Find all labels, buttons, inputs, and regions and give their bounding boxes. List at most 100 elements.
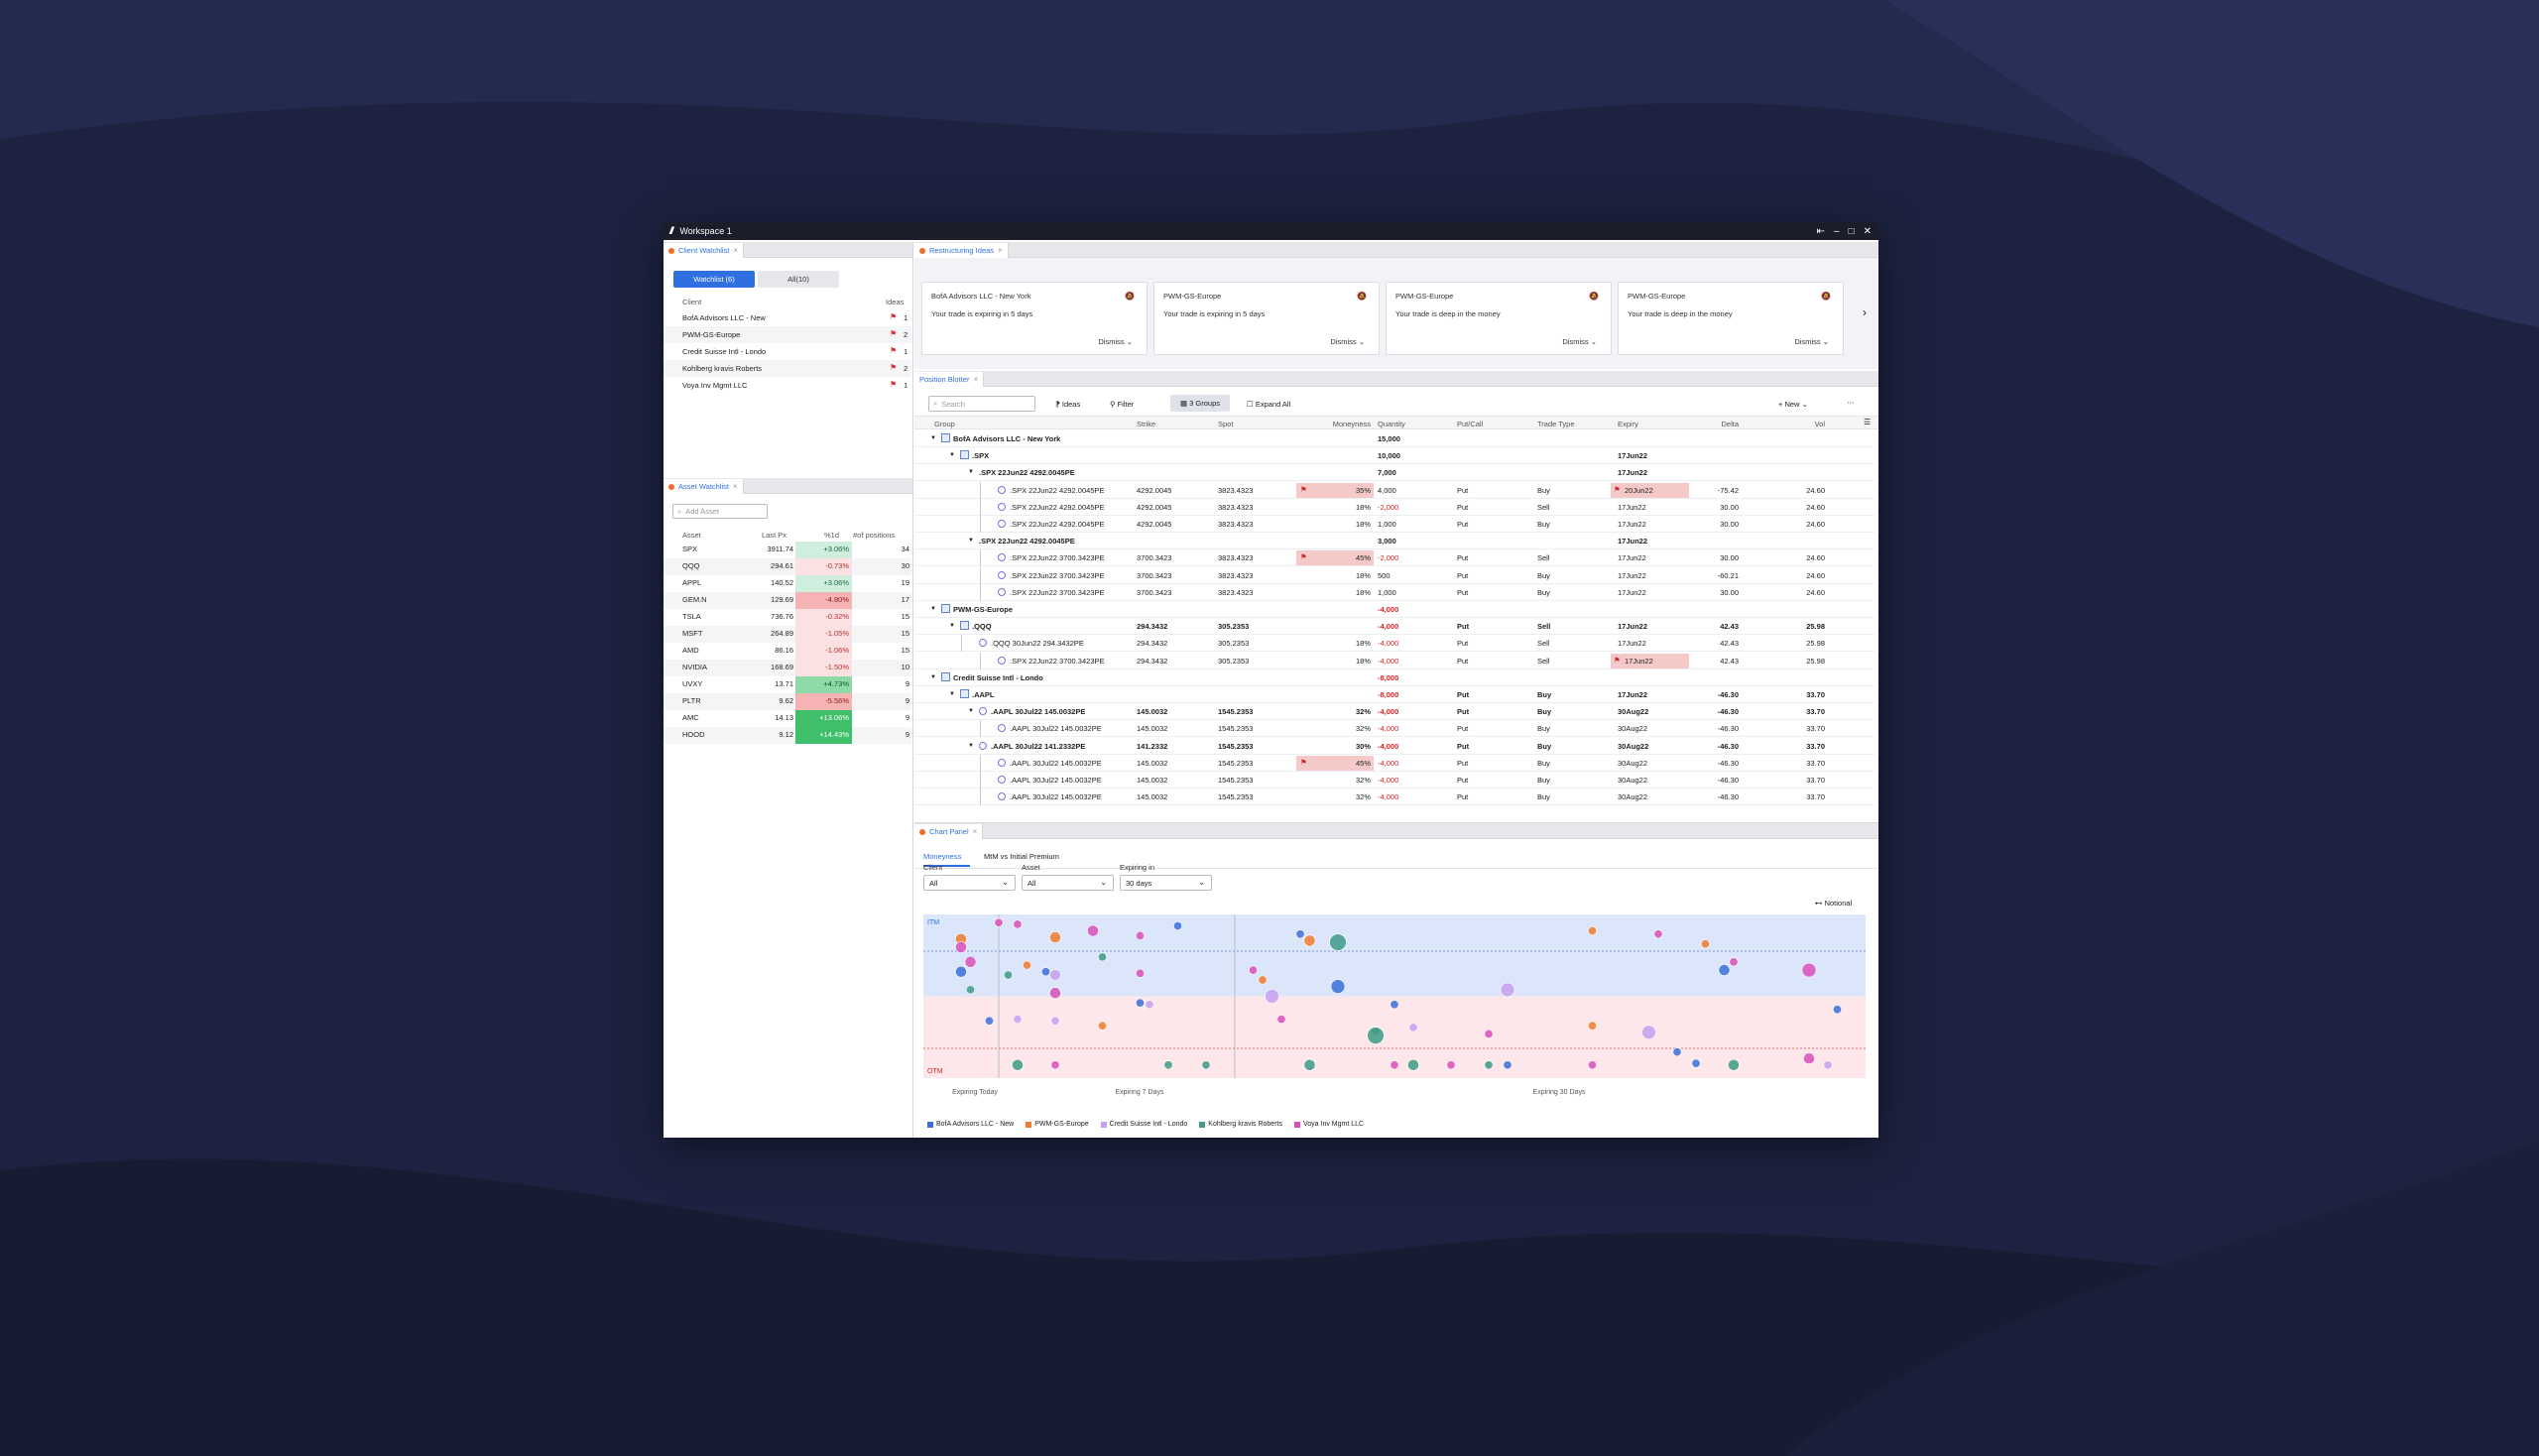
asset-row[interactable]: GEM.N 129.69 -4.80% 17 xyxy=(664,592,911,609)
close-icon[interactable]: × xyxy=(998,246,1003,255)
idea-card[interactable]: PWM-GS-Europe 🔕 Your trade is deep in the … xyxy=(1618,282,1844,355)
expand-caret-icon[interactable]: ▼ xyxy=(930,606,936,612)
tab-chart-panel[interactable]: Chart Panel × xyxy=(914,824,984,839)
asset-row[interactable]: HOOD 9.12 +14.43% 9 xyxy=(664,727,911,744)
add-asset-input[interactable]: ⌕ Add Asset xyxy=(672,504,768,519)
legend-item[interactable]: Voya Inv Mgmt LLC xyxy=(1293,1121,1365,1128)
maximize-icon[interactable]: □ xyxy=(1849,226,1855,237)
asset-row[interactable]: AMC 14.13 +13.06% 9 xyxy=(664,710,911,727)
tab-restructuring-ideas[interactable]: Restructuring Ideas × xyxy=(914,243,1009,258)
blotter-row[interactable]: .SPX 22Jun22 4292.0045PE 4292.0045 3823.43… xyxy=(914,498,1874,516)
blotter-row[interactable]: ▼ .SPX 10,000 17Jun22 xyxy=(914,447,1874,465)
tab-moneyness[interactable]: Moneyness xyxy=(923,852,961,861)
blotter-row[interactable]: ▼ BofA Advisors LLC - New York 15,000 xyxy=(914,430,1874,447)
tab-position-blotter[interactable]: Position Blotter × xyxy=(914,372,985,387)
blotter-row[interactable]: ▼ .AAPL -8,000 Put Buy 17Jun22 -46.30 33.70 xyxy=(914,686,1874,703)
dismiss-button[interactable]: Dismiss ⌄ xyxy=(1562,337,1597,346)
blotter-row[interactable]: ▼ Credit Suisse Intl - Londo -8,000 xyxy=(914,669,1874,686)
minimize-icon[interactable]: – xyxy=(1834,226,1840,237)
asset-row[interactable]: PLTR 9.62 -5.56% 9 xyxy=(664,693,911,710)
expand-all-checkbox[interactable]: ☐ Expand All xyxy=(1247,400,1290,409)
close-icon[interactable]: × xyxy=(973,827,978,836)
blotter-row[interactable]: ▼ .SPX 22Jun22 4292.0045PE 3,000 17Jun22 xyxy=(914,533,1874,550)
filter-select[interactable]: All ⌄ xyxy=(923,875,1016,891)
idea-card[interactable]: BofA Advisors LLC - New York 🔕 Your trade … xyxy=(921,282,1148,355)
more-icon[interactable]: ⋯ xyxy=(1847,398,1855,407)
asset-row[interactable]: TSLA 736.76 -0.32% 15 xyxy=(664,609,911,626)
client-row[interactable]: Voya Inv Mgmt LLC ⚑ 1 xyxy=(664,377,911,394)
position-label: .SPX 22Jun22 4292.0045PE xyxy=(979,468,1075,478)
legend-label: Voya Inv Mgmt LLC xyxy=(1302,1121,1365,1128)
close-icon[interactable]: × xyxy=(733,482,738,491)
legend-item[interactable]: Credit Suisse Intl - Londo xyxy=(1100,1121,1187,1128)
bell-off-icon[interactable]: 🔕 xyxy=(1125,292,1135,301)
all-button[interactable]: All(10) xyxy=(758,271,839,288)
close-icon[interactable]: × xyxy=(733,246,738,255)
asset-row[interactable]: MSFT 264.89 -1.05% 15 xyxy=(664,626,911,643)
blotter-row[interactable]: ▼ .AAPL 30Jul22 141.2332PE 141.2332 1545.23… xyxy=(914,738,1874,755)
blotter-row[interactable]: ▼ .AAPL 30Jul22 145.0032PE 145.0032 1545.23… xyxy=(914,703,1874,721)
vol-column-header[interactable]: Vol xyxy=(914,420,1825,428)
asset-row[interactable]: APPL 140.52 +3.06% 19 xyxy=(664,575,911,592)
idea-card[interactable]: PWM-GS-Europe 🔕 Your trade is deep in the … xyxy=(1386,282,1612,355)
asset-row[interactable]: QQQ 294.61 -0.73% 30 xyxy=(664,558,911,575)
groups-button[interactable]: ▦ 3 Groups xyxy=(1170,395,1230,412)
asset-row[interactable]: UVXY 13.71 +4.73% 9 xyxy=(664,676,911,693)
blotter-row[interactable]: ▼ .QQQ 294.3432 305.2353 -4,000 Put Sell 17Jun2… xyxy=(914,618,1874,636)
client-row[interactable]: Kohlberg kravis Roberts ⚑ 2 xyxy=(664,360,911,377)
client-name: PWM-GS-Europe xyxy=(682,330,741,339)
expand-caret-icon[interactable]: ▼ xyxy=(968,469,974,475)
search-input[interactable]: ⌕ Search xyxy=(928,396,1035,412)
popout-icon[interactable]: ⇤ xyxy=(1817,226,1825,237)
dismiss-button[interactable]: Dismiss ⌄ xyxy=(1794,337,1829,346)
asset-row[interactable]: NVIDIA 168.69 -1.50% 10 xyxy=(664,660,911,676)
expand-caret-icon[interactable]: ▼ xyxy=(968,538,974,544)
tab-mtm[interactable]: MtM vs Initial Premium xyxy=(984,852,1059,861)
filter-select[interactable]: All ⌄ xyxy=(1022,875,1114,891)
dismiss-button[interactable]: Dismiss ⌄ xyxy=(1330,337,1365,346)
blotter-row[interactable]: .QQQ 30Jun22 294.3432PE 294.3432 305.2353 1… xyxy=(914,635,1874,653)
blotter-row[interactable]: .SPX 22Jun22 3700.3423PE 3700.3423 3823.43… xyxy=(914,583,1874,601)
expand-caret-icon[interactable]: ▼ xyxy=(930,674,936,680)
blotter-row[interactable]: .AAPL 30Jul22 145.0032PE 145.0032 1545.235… xyxy=(914,754,1874,772)
legend-item[interactable]: BofA Advisors LLC - New xyxy=(927,1121,1014,1128)
new-button[interactable]: + New ⌄ xyxy=(1778,400,1808,409)
client-row[interactable]: BofA Advisors LLC - New ⚑ 1 xyxy=(664,309,911,326)
blotter-row[interactable]: ▼ PWM-GS-Europe -4,000 xyxy=(914,601,1874,618)
bell-off-icon[interactable]: 🔕 xyxy=(1821,292,1831,301)
filter-select[interactable]: 30 days ⌄ xyxy=(1120,875,1212,891)
ideas-button[interactable]: ⁋ Ideas xyxy=(1055,400,1080,409)
legend-item[interactable]: Kohlberg kravis Roberts xyxy=(1199,1121,1282,1128)
blotter-row[interactable]: .AAPL 30Jul22 145.0032PE 145.0032 1545.235… xyxy=(914,772,1874,789)
blotter-row[interactable]: .SPX 22Jun22 3700.3423PE 3700.3423 3823.43… xyxy=(914,549,1874,567)
bell-off-icon[interactable]: 🔕 xyxy=(1589,292,1599,301)
blotter-row[interactable]: .SPX 22Jun22 4292.0045PE 4292.0045 3823.43… xyxy=(914,516,1874,533)
asset-row[interactable]: AMD 86.16 -1.06% 15 xyxy=(664,643,911,660)
client-row[interactable]: PWM-GS-Europe ⚑ 2 xyxy=(664,326,911,343)
idea-card[interactable]: PWM-GS-Europe 🔕 Your trade is expiring in … xyxy=(1153,282,1380,355)
blotter-row[interactable]: .AAPL 30Jul22 145.0032PE 145.0032 1545.235… xyxy=(914,720,1874,738)
expand-caret-icon[interactable]: ▼ xyxy=(949,452,955,458)
legend-item[interactable]: PWM-GS-Europe xyxy=(1026,1121,1089,1128)
tab-client-watchlist[interactable]: Client Watchlist × xyxy=(664,243,745,258)
notional-toggle[interactable]: ⊷ Notional xyxy=(1815,899,1852,908)
next-arrow-icon[interactable]: › xyxy=(1863,305,1867,319)
menu-icon[interactable]: ☰ xyxy=(1864,418,1871,426)
blotter-row[interactable]: ▼ .SPX 22Jun22 4292.0045PE 7,000 17Jun22 xyxy=(914,464,1874,482)
dismiss-button[interactable]: Dismiss ⌄ xyxy=(1098,337,1133,346)
asset-row[interactable]: SPX 3911.74 +3.06% 34 xyxy=(664,542,911,558)
bell-off-icon[interactable]: 🔕 xyxy=(1357,292,1367,301)
blotter-row[interactable]: .SPX 22Jun22 4292.0045PE 4292.0045 3823.43… xyxy=(914,481,1874,499)
filter-button[interactable]: ⚲ Filter xyxy=(1110,400,1134,409)
blotter-row[interactable]: .SPX 22Jun22 3700.3423PE 3700.3423 3823.43… xyxy=(914,566,1874,584)
tab-asset-watchlist[interactable]: Asset Watchlist × xyxy=(664,479,744,494)
watchlist-button[interactable]: Watchlist (6) xyxy=(673,271,755,288)
close-icon[interactable]: ✕ xyxy=(1864,226,1872,237)
blotter-row[interactable]: .AAPL 30Jul22 145.0032PE 145.0032 1545.235… xyxy=(914,789,1874,806)
scatter-point xyxy=(1201,1060,1211,1070)
client-row[interactable]: Credit Suisse Intl - Londo ⚑ 1 xyxy=(664,343,911,360)
scatter-point xyxy=(1276,1015,1286,1025)
expand-caret-icon[interactable]: ▼ xyxy=(930,435,936,441)
blotter-row[interactable]: .SPX 22Jun22 3700.3423PE 294.3432 305.2353… xyxy=(914,652,1874,669)
close-icon[interactable]: × xyxy=(973,375,978,384)
